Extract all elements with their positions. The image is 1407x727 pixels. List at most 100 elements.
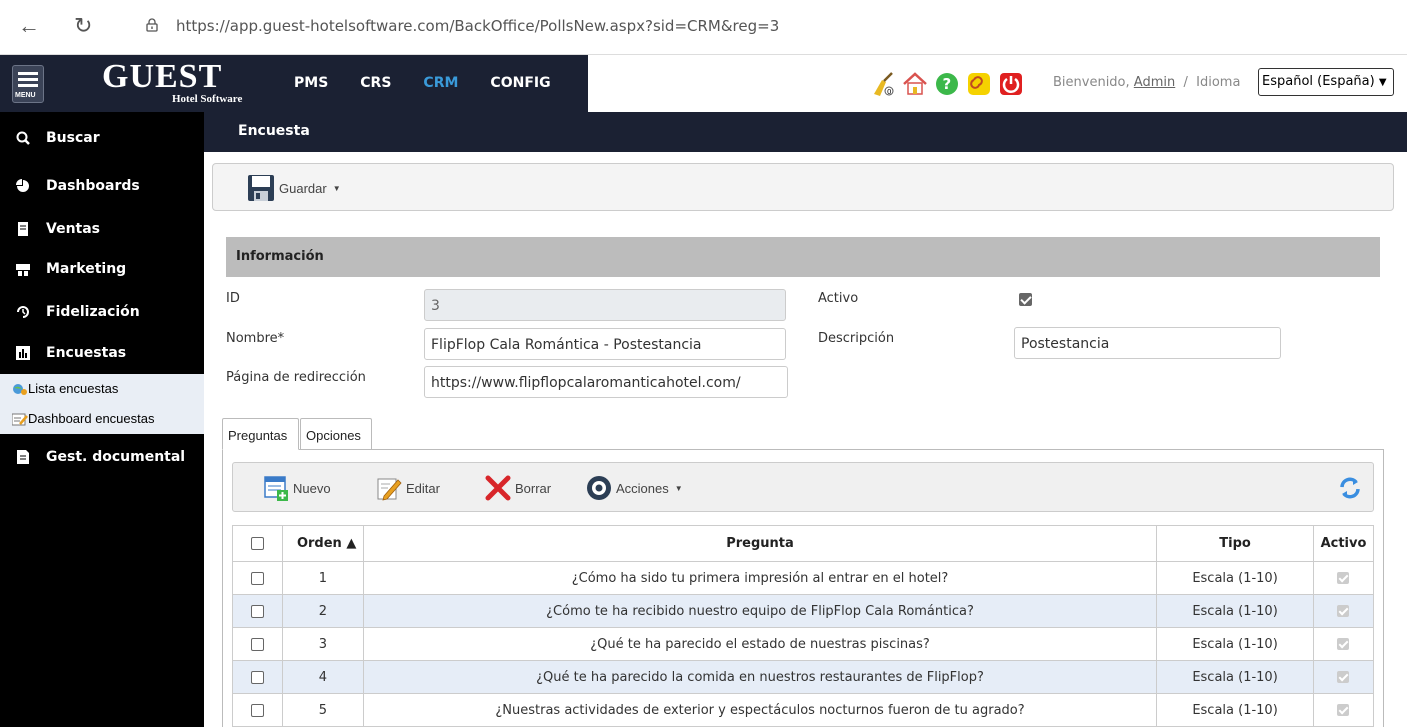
sidebar-subitem-lista-encuestas[interactable]: Lista encuestas <box>0 374 204 404</box>
back-arrow-icon[interactable]: ← <box>18 14 40 38</box>
svg-text:0: 0 <box>887 88 891 96</box>
language-select[interactable]: Español (España) ▼ <box>1258 68 1394 96</box>
row-select-cell <box>232 594 283 628</box>
menu-button[interactable]: MENU <box>12 65 44 103</box>
row-select-cell <box>232 660 283 694</box>
active-label: Activo <box>818 291 859 306</box>
sidebar-subitem-label: Dashboard encuestas <box>28 411 155 426</box>
cell-tipo: Escala (1-10) <box>1156 693 1314 727</box>
column-orden[interactable]: Orden ▲ <box>281 525 364 562</box>
column-tipo[interactable]: Tipo <box>1156 525 1314 562</box>
row-checkbox[interactable] <box>250 571 264 585</box>
id-label: ID <box>226 291 240 306</box>
reload-icon[interactable]: ↻ <box>74 14 92 38</box>
caret-down-icon: ▼ <box>332 183 341 193</box>
nav-config[interactable]: CONFIG <box>490 75 550 91</box>
cell-activo <box>1312 693 1375 727</box>
nav-pms[interactable]: PMS <box>294 75 328 91</box>
actions-button[interactable]: Acciones ▼ <box>586 475 683 501</box>
separator: / <box>1183 75 1188 90</box>
active-checkbox-disabled <box>1337 638 1350 650</box>
caret-down-icon: ▼ <box>674 483 683 493</box>
row-checkbox[interactable] <box>250 670 264 684</box>
sidebar-item-label: Gest. documental <box>46 449 186 465</box>
switch-user-icon[interactable] <box>966 72 992 96</box>
tab-opciones[interactable]: Opciones <box>300 418 372 450</box>
sidebar-item-label: Buscar <box>46 130 100 146</box>
sidebar-item-encuestas[interactable]: Encuestas <box>0 334 204 374</box>
table-row[interactable]: 2 ¿Cómo te ha recibido nuestro equipo de… <box>232 594 1375 628</box>
cell-activo <box>1312 561 1375 595</box>
sidebar-item-label: Dashboards <box>46 178 140 194</box>
cell-tipo: Escala (1-10) <box>1156 660 1314 694</box>
broom-icon[interactable]: 0 <box>870 72 896 96</box>
select-all-cell <box>232 525 283 562</box>
grid-toolbar: Nuevo Editar Borrar Acciones ▼ <box>232 462 1374 512</box>
sidebar-item-gest-documental[interactable]: Gest. documental <box>0 438 204 478</box>
page-title: Encuesta <box>238 123 310 139</box>
nav-crs[interactable]: CRS <box>360 75 391 91</box>
tab-preguntas[interactable]: Preguntas <box>222 418 299 450</box>
sidebar-item-label: Marketing <box>46 261 127 277</box>
cell-activo <box>1312 627 1375 661</box>
cell-orden: 4 <box>281 660 364 694</box>
row-checkbox[interactable] <box>250 604 264 618</box>
cell-tipo: Escala (1-10) <box>1156 594 1314 628</box>
pie-chart-icon <box>16 179 29 192</box>
sidebar-item-label: Ventas <box>46 221 101 237</box>
column-pregunta[interactable]: Pregunta <box>362 525 1158 562</box>
search-icon <box>16 131 30 145</box>
username-link[interactable]: Admin <box>1134 75 1175 90</box>
questions-table: Orden ▲ Pregunta Tipo Activo 1 ¿Cómo ha … <box>232 525 1375 727</box>
row-select-cell <box>232 693 283 727</box>
save-button[interactable]: Guardar ▼ <box>247 174 341 202</box>
table-row[interactable]: 3 ¿Qué te ha parecido el estado de nuest… <box>232 627 1375 661</box>
column-activo[interactable]: Activo <box>1312 525 1375 562</box>
cell-orden: 5 <box>281 693 364 727</box>
document-icon <box>17 450 29 464</box>
sidebar-item-dashboards[interactable]: Dashboards <box>0 167 204 207</box>
select-all-checkbox[interactable] <box>250 537 264 550</box>
lock-icon[interactable] <box>146 18 158 32</box>
save-label: Guardar <box>279 180 327 196</box>
globe-list-icon <box>13 384 27 395</box>
history-icon <box>17 306 29 318</box>
app-header: MENU GUEST Hotel Software PMS CRS CRM CO… <box>0 54 1407 113</box>
sidebar-item-marketing[interactable]: Marketing <box>0 250 204 290</box>
id-field: 3 <box>424 289 786 321</box>
sidebar-subitem-dashboard-encuestas[interactable]: Dashboard encuestas <box>0 404 204 434</box>
new-button[interactable]: Nuevo <box>263 475 331 501</box>
sidebar-item-buscar[interactable]: Buscar <box>0 119 204 159</box>
top-nav: PMS CRS CRM CONFIG <box>294 75 583 91</box>
redirect-url-field[interactable]: https://www.flipflopcalaromanticahotel.c… <box>424 366 788 398</box>
table-row[interactable]: 1 ¿Cómo ha sido tu primera impresión al … <box>232 561 1375 595</box>
gear-icon <box>587 476 611 500</box>
nav-crm[interactable]: CRM <box>423 75 458 91</box>
description-field[interactable]: Postestancia <box>1014 327 1281 359</box>
row-checkbox[interactable] <box>250 703 264 717</box>
delete-label: Borrar <box>515 480 552 496</box>
address-bar[interactable]: https://app.guest-hotelsoftware.com/Back… <box>176 17 779 35</box>
table-row[interactable]: 5 ¿Nuestras actividades de exterior y es… <box>232 693 1375 727</box>
refresh-icon[interactable] <box>1337 475 1363 501</box>
description-label: Descripción <box>818 331 895 346</box>
name-field[interactable]: FlipFlop Cala Romántica - Postestancia <box>424 328 786 360</box>
cell-activo <box>1312 660 1375 694</box>
sidebar-item-fidelizacion[interactable]: Fidelización <box>0 293 204 333</box>
cell-orden: 1 <box>281 561 364 595</box>
language-label: Idioma <box>1196 75 1241 90</box>
home-icon[interactable] <box>902 72 928 96</box>
sidebar-item-ventas[interactable]: Ventas <box>0 210 204 250</box>
menu-label: MENU <box>15 92 36 99</box>
row-checkbox[interactable] <box>250 637 264 651</box>
cell-pregunta: ¿Cómo te ha recibido nuestro equipo de F… <box>362 594 1158 628</box>
power-icon[interactable] <box>998 72 1024 96</box>
section-title: Información <box>236 249 324 264</box>
active-checkbox[interactable] <box>1019 293 1032 306</box>
cell-orden: 3 <box>281 627 364 661</box>
edit-button[interactable]: Editar <box>376 475 440 501</box>
delete-button[interactable]: Borrar <box>485 475 551 501</box>
help-icon[interactable]: ? <box>934 72 960 96</box>
table-row[interactable]: 4 ¿Qué te ha parecido la comida en nuest… <box>232 660 1375 694</box>
new-label: Nuevo <box>293 480 331 496</box>
